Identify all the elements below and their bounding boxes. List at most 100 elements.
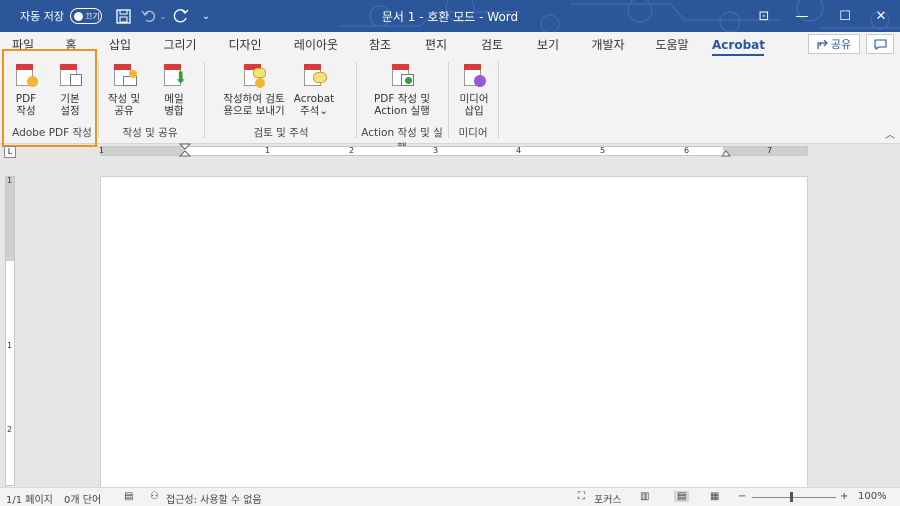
mail-merge-label-1: 메일 [164,93,184,105]
horizontal-ruler[interactable]: 1 1 2 3 4 5 6 7 [99,143,808,157]
mail-merge-button[interactable]: ⬇ 메일 병합 [156,60,192,122]
autosave-label: 자동 저장 [20,10,64,23]
group-label-review-comment: 검토 및 주석 [253,127,309,139]
maximize-button[interactable]: ☐ [826,0,864,32]
ruler-number: 6 [684,146,690,155]
send-for-review-button[interactable]: 작성하여 검토 용으로 보내기 [218,60,290,122]
tab-review[interactable]: 검토 [476,36,508,56]
indent-marker[interactable] [179,143,191,157]
ruler-number: 1 [7,341,13,350]
accessibility-status[interactable]: 접근성: 사용할 수 없음 [166,491,262,506]
left-margin-area [101,147,185,155]
mail-merge-label-2: 병합 [164,105,184,117]
share-label: 공유 [830,38,852,51]
zoom-slider[interactable] [752,497,836,498]
tab-help[interactable]: 도움말 [650,36,694,56]
autosave-toggle[interactable]: 끄기 [70,8,102,24]
insert-media-label-1: 미디어 [459,93,489,105]
autosave-toggle-label: 끄기 [85,11,100,21]
acrobat-comment-label-1: Acrobat [293,93,335,105]
zoom-slider-thumb[interactable] [790,492,793,502]
share-icon [817,39,828,49]
accessibility-icon[interactable]: ⚇ [150,491,159,502]
insert-media-button[interactable]: 미디어 삽입 [454,60,494,122]
toggle-knob [74,11,84,21]
zoom-level[interactable]: 100% [858,491,887,502]
page-count[interactable]: 1/1 페이지 [6,491,53,506]
create-pdf-run-action-label-2: Action 실행 [374,105,430,117]
ruler-number: 7 [767,146,773,155]
tab-developer[interactable]: 개발자 [586,36,630,56]
acrobat-comment-icon [301,62,327,90]
create-and-share-button[interactable]: 작성 및 공유 [104,60,144,122]
focus-label[interactable]: 포커스 [594,491,622,506]
mail-merge-icon: ⬇ [161,62,187,90]
comments-button[interactable] [866,34,894,54]
ribbon-display-options-icon[interactable]: ⊡ [745,0,783,32]
document-page[interactable] [100,176,808,488]
create-and-share-label-1: 작성 및 [107,93,141,105]
save-icon[interactable] [112,0,134,32]
create-pdf-run-action-label-1: PDF 작성 및 [373,93,431,105]
right-indent-marker[interactable] [721,147,731,157]
create-pdf-run-action-icon [389,62,415,90]
right-margin-area [723,147,807,155]
group-separator [448,62,449,138]
close-button[interactable]: ✕ [862,0,900,32]
acrobat-comment-button[interactable]: Acrobat 주석⌄ [288,60,340,122]
tab-design[interactable]: 디자인 [222,36,268,56]
word-count[interactable]: 0개 단어 [64,491,101,506]
share-button[interactable]: 공유 [808,34,860,54]
group-label-media: 미디어 [458,127,488,139]
create-and-share-icon [111,62,137,90]
group-separator [98,62,99,138]
tab-draw[interactable]: 그리기 [158,36,202,56]
create-pdf-run-action-button[interactable]: PDF 작성 및 Action 실행 [370,60,434,122]
ruler-number: 5 [600,146,606,155]
tab-acrobat[interactable]: Acrobat [712,36,765,56]
tab-layout[interactable]: 레이아웃 [288,36,344,56]
read-mode-icon[interactable]: ▥ [640,491,649,502]
tab-insert[interactable]: 삽입 [102,36,138,56]
group-label-create-share: 작성 및 공유 [122,127,178,139]
vertical-ruler[interactable]: 1 1 2 [5,176,15,486]
tab-mailings[interactable]: 편지 [420,36,452,56]
ruler-number: 1 [7,176,13,185]
ribbon-tabs: 파일 홈 삽입 그리기 디자인 레이아웃 참조 편지 검토 보기 개발자 도움말… [0,32,900,58]
acrobat-comment-label-2: 주석⌄ [299,105,329,117]
zoom-out-button[interactable]: − [738,491,746,502]
ruler-number: 2 [7,425,13,434]
ruler-number: 1 [265,146,271,155]
focus-icon[interactable]: ⛶ [578,491,585,502]
collapse-ribbon-icon[interactable]: ︿ [885,126,895,141]
send-for-review-label-1: 작성하여 검토 [223,93,285,105]
insert-media-icon [461,62,487,90]
insert-media-label-2: 삽입 [464,105,484,117]
tab-view[interactable]: 보기 [532,36,564,56]
proofing-icon[interactable]: ▤ [124,491,133,502]
create-and-share-label-2: 공유 [114,105,134,117]
send-for-review-icon [241,62,267,90]
redo-icon[interactable] [170,0,192,32]
ruler-number: 4 [516,146,522,155]
status-bar: 1/1 페이지 0개 단어 ▤ ⚇ 접근성: 사용할 수 없음 ⛶ 포커스 ▥ … [0,487,900,506]
send-for-review-label-2: 용으로 보내기 [223,105,285,117]
print-layout-icon[interactable]: ▤ [674,491,690,502]
comment-icon [873,38,887,50]
web-layout-icon[interactable]: ▦ [710,491,719,502]
highlight-box [2,49,97,147]
tab-selector[interactable]: L [4,146,16,158]
group-separator [356,62,357,138]
ruler-number: 2 [349,146,355,155]
tab-references[interactable]: 참조 [364,36,396,56]
ruler-number: 3 [433,146,439,155]
customize-qat-icon[interactable]: ⌄ [195,0,217,32]
zoom-in-button[interactable]: + [840,491,848,502]
group-separator [498,62,499,138]
title-bar: 자동 저장 끄기 ⌄ ⌄ 문서 1 - 호환 모드 - Word ⊡ — ☐ ✕ [0,0,900,32]
group-separator [204,62,205,138]
ruler-number: 1 [99,146,105,155]
minimize-button[interactable]: — [783,0,821,32]
ribbon-panel: PDF 작성 기본 설정 작성 및 공유 ⬇ 메일 병합 작성하여 검토 용으로… [0,58,900,154]
top-margin-area [6,177,14,261]
